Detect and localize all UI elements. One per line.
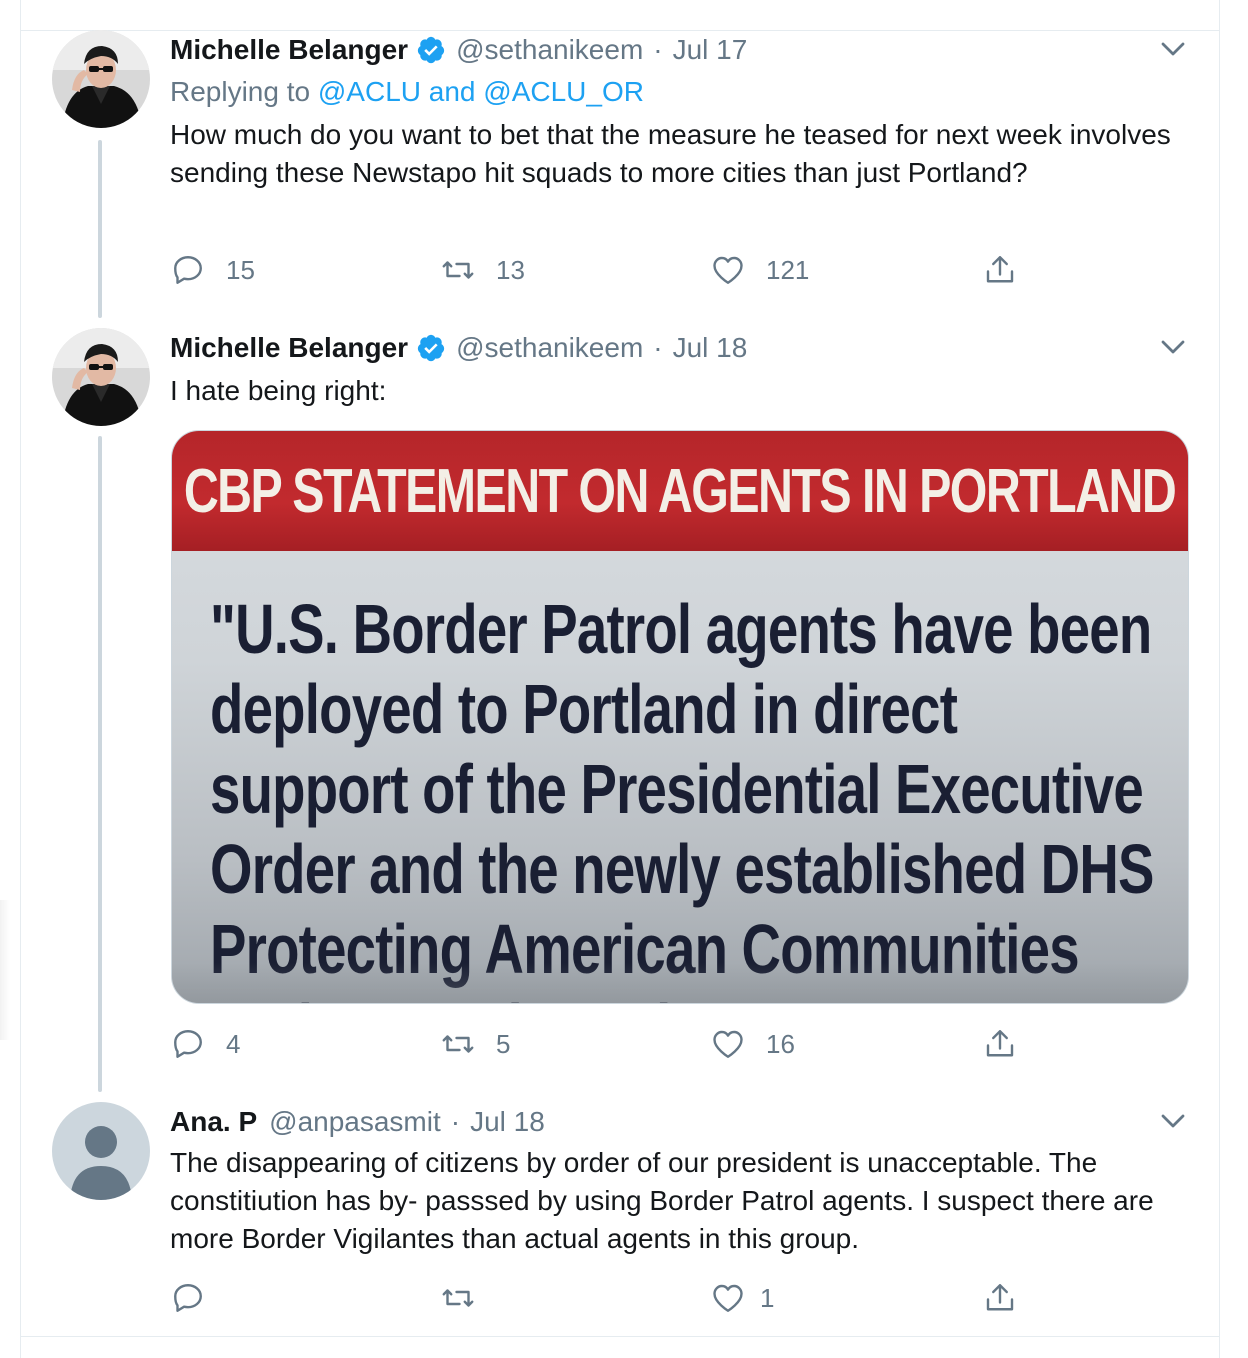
separator-dot: · [450, 1106, 461, 1137]
image-banner: CBP STATEMENT ON AGENTS IN PORTLAND [172, 431, 1188, 551]
replying-and[interactable]: and [421, 76, 483, 107]
share-icon [986, 1284, 1014, 1311]
like-button[interactable]: 1 [710, 1278, 774, 1318]
display-name[interactable]: Ana. P [170, 1106, 257, 1138]
like-count: 16 [766, 1028, 795, 1059]
tweet-actions: 4 5 16 [170, 1024, 1040, 1064]
avatar-photo [52, 30, 150, 128]
reply-count: 15 [226, 254, 255, 285]
tweet-header: Michelle Belanger @sethanikeem · Jul 17 [170, 30, 747, 70]
mention-link[interactable]: @ACLU [318, 76, 421, 107]
replying-to: Replying to @ACLU and @ACLU_OR [170, 76, 644, 108]
like-button[interactable]: 121 [710, 250, 809, 290]
tweet-image[interactable]: CBP STATEMENT ON AGENTS IN PORTLAND "U.S… [171, 430, 1189, 1004]
reply-icon [174, 1030, 202, 1058]
tweet-text: I hate being right: [170, 375, 387, 406]
share-icon [986, 1030, 1014, 1057]
retweet-icon [442, 1289, 474, 1307]
mention-link[interactable]: @ACLU_OR [483, 76, 644, 107]
tweet-text: How much do you want to bet that the mea… [170, 119, 1171, 188]
chevron-down-icon[interactable] [1158, 1106, 1188, 1136]
retweet-icon [442, 1035, 474, 1053]
tweet-actions: 15 13 121 [170, 250, 1040, 290]
divider [20, 1336, 1220, 1337]
retweet-icon [442, 261, 474, 279]
handle[interactable]: @anpasasmit [269, 1106, 441, 1138]
retweet-button[interactable]: 13 [440, 250, 525, 290]
reply-icon [174, 1284, 202, 1312]
verified-badge-icon [417, 334, 445, 362]
display-name[interactable]: Michelle Belanger [170, 332, 408, 364]
retweet-button[interactable] [440, 1278, 496, 1318]
avatar-photo [52, 328, 150, 426]
timestamp[interactable]: Jul 18 [470, 1106, 545, 1138]
retweet-button[interactable]: 5 [440, 1024, 510, 1064]
reply-button[interactable]: 4 [170, 1024, 240, 1064]
heart-icon [713, 1030, 743, 1058]
like-button[interactable]: 16 [710, 1024, 795, 1064]
replying-prefix: Replying to [170, 76, 318, 107]
share-button[interactable] [982, 1024, 1018, 1064]
share-icon [986, 256, 1014, 283]
tweet-header: Ana. P @anpasasmit · Jul 18 [170, 1102, 545, 1142]
like-count: 121 [766, 254, 810, 285]
separator-dot: · [653, 332, 663, 363]
share-button[interactable] [982, 250, 1018, 290]
verified-badge-icon [417, 36, 445, 64]
tweet-text: The disappearing of citizens by order of… [170, 1147, 1154, 1254]
reply-button[interactable] [170, 1278, 226, 1318]
display-name[interactable]: Michelle Belanger [170, 34, 408, 66]
image-quote-text: "U.S. Border Patrol agents have been dep… [210, 590, 1154, 1003]
thread-line [98, 140, 102, 318]
edge-shadow [0, 900, 10, 1040]
retweet-count: 5 [496, 1028, 511, 1059]
tweet-actions: 1 [170, 1278, 1040, 1318]
timestamp[interactable]: Jul 18 [673, 332, 748, 364]
heart-icon [713, 256, 743, 284]
timestamp[interactable]: Jul 17 [673, 34, 748, 66]
retweet-count: 13 [496, 254, 525, 285]
reply-icon [174, 256, 202, 284]
avatar[interactable] [52, 1102, 150, 1200]
like-count: 1 [760, 1282, 775, 1313]
thread-line [98, 436, 102, 1092]
default-avatar-icon [52, 1102, 150, 1200]
chevron-down-icon[interactable] [1158, 34, 1188, 64]
handle[interactable]: @sethanikeem [456, 34, 643, 66]
image-fade [172, 963, 1188, 1003]
heart-icon [713, 1284, 743, 1312]
avatar[interactable] [52, 30, 150, 128]
avatar[interactable] [52, 328, 150, 426]
tweet-header: Michelle Belanger @sethanikeem · Jul 18 [170, 328, 747, 368]
handle[interactable]: @sethanikeem [456, 332, 643, 364]
separator-dot: · [653, 34, 663, 65]
chevron-down-icon[interactable] [1158, 332, 1188, 362]
twitter-thread-page: Michelle Belanger @sethanikeem · Jul 17 … [0, 0, 1248, 1358]
share-button[interactable] [982, 1278, 1018, 1318]
image-banner-text: CBP STATEMENT ON AGENTS IN PORTLAND [184, 456, 1177, 526]
reply-button[interactable]: 15 [170, 250, 255, 290]
reply-count: 4 [226, 1028, 241, 1059]
